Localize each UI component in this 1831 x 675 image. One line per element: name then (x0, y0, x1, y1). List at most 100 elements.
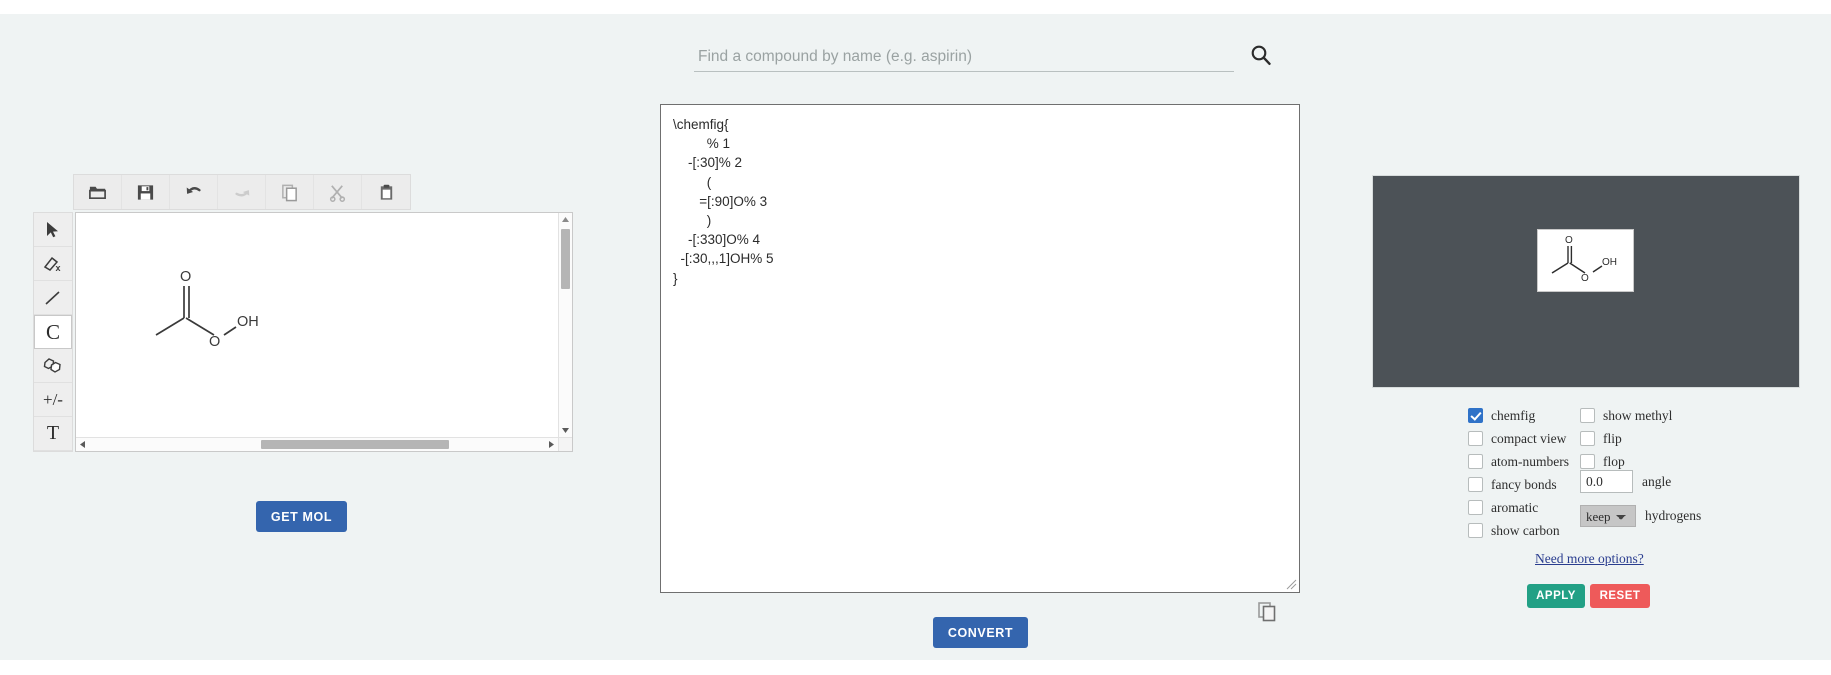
canvas-horizontal-scrollbar[interactable] (76, 437, 558, 451)
scrollbar-corner (558, 437, 572, 451)
option-aromatic[interactable]: aromatic (1468, 496, 1569, 519)
bond-line-icon (45, 290, 60, 305)
redo-icon (234, 190, 249, 197)
get-mol-button[interactable]: GET MOL (256, 501, 347, 532)
option-show-carbon[interactable]: show carbon (1468, 519, 1569, 542)
options-left-column: chemfig compact view atom-numbers fancy … (1468, 404, 1569, 542)
save-icon (137, 184, 154, 200)
bond-tool[interactable] (34, 281, 72, 315)
tool-palette: x C +/- T (33, 212, 73, 452)
molecule-structure-editor: O O OH (155, 269, 259, 350)
ring-tool[interactable] (34, 349, 72, 383)
undo-icon (186, 187, 201, 194)
hydrogens-label: hydrogens (1645, 508, 1702, 523)
option-atom-numbers[interactable]: atom-numbers (1468, 450, 1569, 473)
copy-icon (282, 184, 297, 201)
text-tool-label: T (46, 422, 60, 444)
eraser-icon: x (43, 256, 61, 273)
label-flop: flop (1603, 453, 1625, 469)
label-aromatic: aromatic (1491, 499, 1539, 515)
render-options: chemfig compact view atom-numbers fancy … (1468, 404, 1808, 538)
save-button[interactable] (122, 175, 170, 209)
checkbox-flip[interactable] (1580, 431, 1595, 446)
drawing-canvas[interactable]: O O OH (75, 212, 573, 452)
canvas-vscroll-thumb[interactable] (561, 229, 570, 289)
search-input[interactable] (694, 42, 1234, 72)
select-tool[interactable] (34, 213, 72, 247)
ring-template-icon (43, 357, 61, 373)
carbon-tool-label: C (45, 319, 60, 344)
hydrogens-option: keep hydrogens (1580, 505, 1701, 527)
preview-atom-oh: OH (1602, 257, 1617, 268)
angle-label: angle (1642, 473, 1672, 489)
molecule-structure-preview: O O OH (1551, 235, 1617, 284)
chevron-up-icon (562, 217, 569, 222)
reset-button[interactable]: RESET (1590, 584, 1650, 608)
paste-icon (380, 184, 392, 200)
need-more-options-link[interactable]: Need more options? (1535, 551, 1644, 567)
preview-atom-o-double: O (1565, 235, 1573, 246)
charge-tool-label: +/- (43, 389, 63, 409)
cut-button[interactable] (314, 175, 362, 209)
search-button[interactable] (1247, 42, 1275, 70)
label-atom-numbers: atom-numbers (1491, 453, 1569, 469)
chevron-right-icon (549, 441, 554, 448)
option-flip[interactable]: flip (1580, 427, 1672, 450)
canvas-inner[interactable]: O O OH (76, 213, 558, 437)
atom-label-o-double: O (180, 269, 191, 285)
erase-tool[interactable]: x (34, 247, 72, 281)
scroll-right-button[interactable] (545, 438, 558, 451)
chevron-left-icon (80, 441, 85, 448)
checkbox-chemfig[interactable] (1468, 408, 1483, 423)
paste-button[interactable] (362, 175, 410, 209)
checkbox-show-methyl[interactable] (1580, 408, 1595, 423)
carbon-tool[interactable]: C (34, 315, 72, 349)
copy-icon (1258, 602, 1276, 622)
checkbox-compact-view[interactable] (1468, 431, 1483, 446)
open-button[interactable] (74, 175, 122, 209)
cursor-arrow-icon (47, 221, 58, 237)
molecule-preview-panel: O O OH (1372, 175, 1800, 388)
checkbox-atom-numbers[interactable] (1468, 454, 1483, 469)
checkbox-aromatic[interactable] (1468, 500, 1483, 515)
angle-input[interactable] (1580, 470, 1633, 493)
editor-toolbar (73, 174, 411, 210)
preview-atom-o-single: O (1581, 273, 1589, 284)
chemfig-code-textarea[interactable]: \chemfig{ % 1 -[:30]% 2 ( =[:90]O% 3 ) -… (660, 104, 1300, 593)
chevron-down-icon (562, 428, 569, 433)
scroll-up-button[interactable] (559, 213, 572, 226)
preview-image: O O OH (1537, 229, 1634, 292)
compound-search (694, 42, 1271, 78)
charge-tool[interactable]: +/- (34, 383, 72, 417)
angle-option: angle (1580, 470, 1671, 493)
canvas-hscroll-thumb[interactable] (261, 440, 449, 449)
cut-icon (329, 184, 346, 202)
checkbox-flop[interactable] (1580, 454, 1595, 469)
label-chemfig: chemfig (1491, 407, 1536, 423)
copy-code-button[interactable] (1255, 600, 1279, 624)
label-flip: flip (1603, 430, 1622, 446)
option-chemfig[interactable]: chemfig (1468, 404, 1569, 427)
checkbox-show-carbon[interactable] (1468, 523, 1483, 538)
label-compact-view: compact view (1491, 430, 1567, 446)
scroll-down-button[interactable] (559, 424, 572, 437)
convert-button[interactable]: CONVERT (933, 617, 1028, 648)
copy-button[interactable] (266, 175, 314, 209)
undo-button[interactable] (170, 175, 218, 209)
canvas-vertical-scrollbar[interactable] (558, 213, 572, 437)
svg-text:x: x (56, 263, 61, 273)
atom-label-oh: OH (237, 314, 259, 330)
label-fancy-bonds: fancy bonds (1491, 476, 1557, 492)
search-icon (1251, 45, 1271, 65)
apply-button[interactable]: APPLY (1527, 584, 1585, 608)
option-show-methyl[interactable]: show methyl (1580, 404, 1672, 427)
app-page: x C +/- T (0, 14, 1831, 660)
checkbox-fancy-bonds[interactable] (1468, 477, 1483, 492)
option-fancy-bonds[interactable]: fancy bonds (1468, 473, 1569, 496)
hydrogens-select[interactable]: keep (1580, 505, 1636, 527)
option-compact-view[interactable]: compact view (1468, 427, 1569, 450)
text-tool[interactable]: T (34, 417, 72, 451)
label-show-methyl: show methyl (1603, 407, 1673, 423)
options-right-column: show methyl flip flop (1580, 404, 1672, 473)
scroll-left-button[interactable] (76, 438, 89, 451)
